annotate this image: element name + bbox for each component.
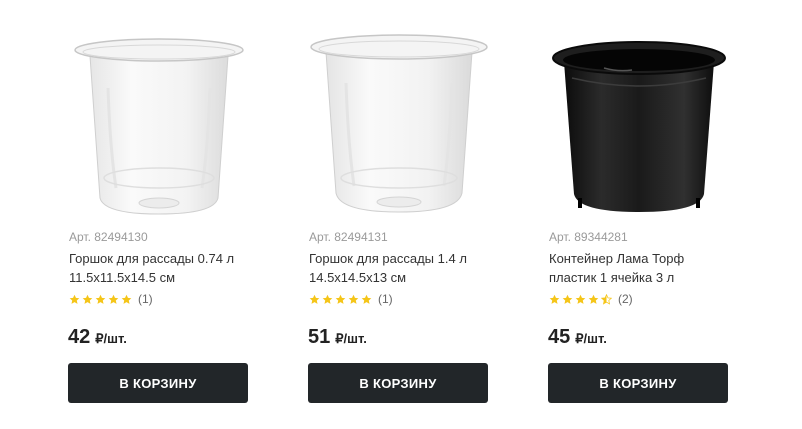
rating[interactable]: (2) bbox=[549, 292, 633, 306]
product-image[interactable] bbox=[548, 28, 730, 220]
product-sku: Арт. 82494130 bbox=[69, 230, 148, 244]
add-to-cart-button[interactable]: В КОРЗИНУ bbox=[548, 363, 728, 403]
star-icon bbox=[335, 294, 346, 305]
star-icon bbox=[562, 294, 573, 305]
rating[interactable]: (1) bbox=[309, 292, 393, 306]
review-count[interactable]: (1) bbox=[378, 292, 393, 306]
product-card[interactable]: Арт. 82494131 Горшок для рассады 1.4 л 1… bbox=[308, 0, 490, 429]
product-card[interactable]: Арт. 82494130 Горшок для рассады 0.74 л … bbox=[68, 0, 250, 429]
add-to-cart-button[interactable]: В КОРЗИНУ bbox=[68, 363, 248, 403]
star-half-icon bbox=[601, 293, 612, 305]
add-to-cart-button[interactable]: В КОРЗИНУ bbox=[308, 363, 488, 403]
price: 42 ₽/шт. bbox=[68, 326, 127, 349]
star-icon bbox=[69, 294, 80, 305]
star-icon bbox=[121, 294, 132, 305]
review-count[interactable]: (2) bbox=[618, 292, 633, 306]
star-icon bbox=[309, 294, 320, 305]
product-title[interactable]: Горшок для рассады 1.4 л 14.5x14.5x13 см bbox=[309, 249, 489, 287]
price-value: 45 bbox=[548, 326, 571, 348]
product-sku: Арт. 82494131 bbox=[309, 230, 388, 244]
price-value: 51 bbox=[308, 326, 331, 348]
star-icon bbox=[361, 294, 372, 305]
star-icon bbox=[575, 294, 586, 305]
product-title[interactable]: Контейнер Лама Торф пластик 1 ячейка 3 л bbox=[549, 249, 729, 287]
star-icon bbox=[95, 294, 106, 305]
product-image[interactable] bbox=[308, 28, 490, 220]
price-unit: ₽/шт. bbox=[335, 331, 367, 346]
price-unit: ₽/шт. bbox=[575, 331, 607, 346]
rating[interactable]: (1) bbox=[69, 292, 153, 306]
price: 45 ₽/шт. bbox=[548, 326, 607, 349]
star-icon bbox=[588, 294, 599, 305]
star-icon bbox=[549, 294, 560, 305]
star-icon bbox=[82, 294, 93, 305]
black-plastic-pot-icon bbox=[552, 41, 726, 212]
star-icon bbox=[348, 294, 359, 305]
product-image[interactable] bbox=[68, 28, 250, 220]
star-icon bbox=[108, 294, 119, 305]
clear-plastic-pot-icon bbox=[74, 38, 244, 215]
price: 51 ₽/шт. bbox=[308, 326, 367, 349]
price-unit: ₽/шт. bbox=[95, 331, 127, 346]
product-title[interactable]: Горшок для рассады 0.74 л 11.5x11.5x14.5… bbox=[69, 249, 249, 287]
star-icon bbox=[322, 294, 333, 305]
product-card[interactable]: Арт. 89344281 Контейнер Лама Торф пласти… bbox=[548, 0, 730, 429]
price-value: 42 bbox=[68, 326, 91, 348]
clear-plastic-pot-icon bbox=[310, 34, 488, 213]
product-sku: Арт. 89344281 bbox=[549, 230, 628, 244]
review-count[interactable]: (1) bbox=[138, 292, 153, 306]
